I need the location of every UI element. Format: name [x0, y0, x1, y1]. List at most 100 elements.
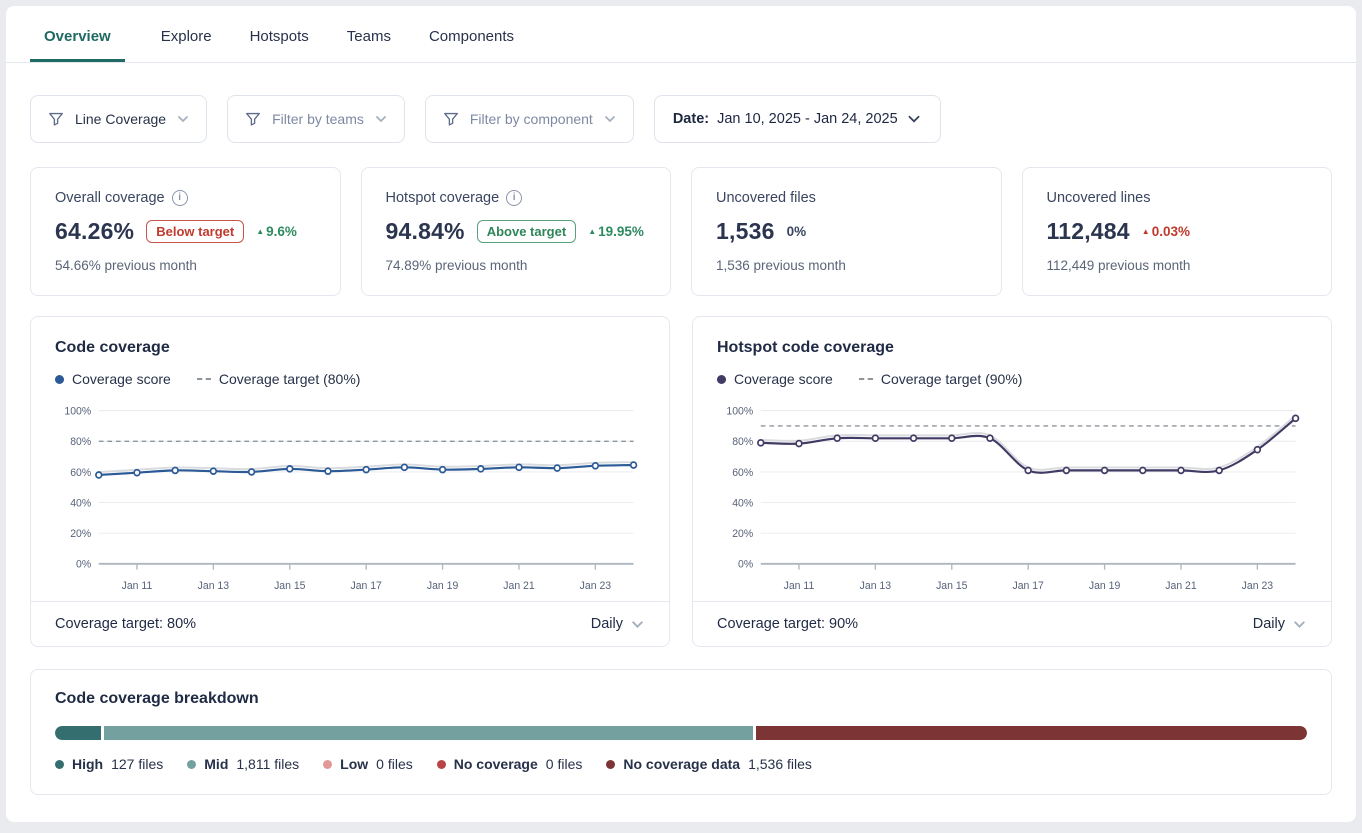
svg-text:20%: 20% [732, 528, 754, 540]
previous-month-text: 54.66% previous month [55, 258, 316, 273]
coverage-target-label: Coverage target: 90% [717, 616, 858, 632]
svg-text:80%: 80% [70, 436, 92, 448]
previous-month-text: 1,536 previous month [716, 258, 977, 273]
legend-item-high: High127 files [55, 756, 163, 772]
legend-label: Coverage target (90%) [881, 371, 1023, 387]
funnel-icon [442, 110, 460, 128]
svg-text:Jan 11: Jan 11 [784, 580, 815, 592]
card-title-text: Hotspot coverage [386, 190, 500, 206]
chart-footer: Coverage target: 90% Daily [693, 601, 1331, 646]
svg-text:Jan 21: Jan 21 [503, 580, 535, 592]
chevron-down-icon [374, 112, 388, 126]
status-badge: Above target [477, 220, 576, 243]
svg-text:Jan 19: Jan 19 [427, 580, 459, 592]
svg-text:80%: 80% [732, 436, 754, 448]
teams-filter-dropdown[interactable]: Filter by teams [227, 95, 405, 143]
card-value: 112,484 [1047, 218, 1130, 245]
interval-dropdown[interactable]: Daily [1253, 616, 1307, 632]
breakdown-segment [104, 726, 754, 740]
tab-explore[interactable]: Explore [159, 26, 214, 62]
code-coverage-chart-card: Code coverage Coverage score Coverage ta… [30, 316, 670, 647]
svg-text:Jan 11: Jan 11 [122, 580, 153, 592]
svg-text:60%: 60% [732, 467, 754, 479]
svg-text:Jan 17: Jan 17 [350, 580, 382, 592]
svg-text:Jan 17: Jan 17 [1012, 580, 1044, 592]
uncovered-files-card: Uncovered files 1,536 0% 1,536 previous … [691, 167, 1002, 296]
svg-text:60%: 60% [70, 467, 92, 479]
card-value: 64.26% [55, 218, 134, 245]
hotspot-coverage-card: Hotspot coverage i 94.84% Above target ▲… [361, 167, 672, 296]
svg-text:100%: 100% [64, 405, 91, 417]
legend-dash-icon [197, 378, 211, 380]
metric-filter-label: Line Coverage [75, 111, 166, 127]
chart-legend: Coverage score Coverage target (80%) [55, 371, 645, 387]
breakdown-segment [55, 726, 101, 740]
component-filter-dropdown[interactable]: Filter by component [425, 95, 634, 143]
delta-value: ▲9.6% [256, 224, 297, 239]
legend-label: Coverage score [734, 371, 833, 387]
legend-dot [717, 375, 726, 384]
date-prefix: Date: [673, 111, 709, 127]
legend-item-no-coverage-data: No coverage data1,536 files [606, 756, 812, 772]
tab-teams[interactable]: Teams [345, 26, 393, 62]
delta-value: ▲0.03% [1142, 224, 1190, 239]
chevron-down-icon [906, 111, 922, 127]
charts-row: Code coverage Coverage score Coverage ta… [6, 296, 1356, 647]
funnel-icon [47, 110, 65, 128]
chevron-down-icon [176, 112, 190, 126]
teams-filter-label: Filter by teams [272, 111, 364, 127]
previous-month-text: 74.89% previous month [386, 258, 647, 273]
svg-text:Jan 21: Jan 21 [1165, 580, 1197, 592]
legend-dot [187, 760, 196, 769]
svg-text:Jan 15: Jan 15 [274, 580, 306, 592]
card-title: Overall coverage i [55, 190, 316, 206]
hotspot-coverage-line-chart[interactable]: 0%20%40%60%80%100%Jan 11Jan 13Jan 15Jan … [717, 397, 1307, 597]
card-title: Hotspot coverage i [386, 190, 647, 206]
breakdown-stacked-bar [55, 726, 1307, 740]
metric-filter-dropdown[interactable]: Line Coverage [30, 95, 207, 143]
tab-overview[interactable]: Overview [30, 26, 125, 62]
chevron-down-icon [630, 617, 645, 632]
chevron-down-icon [1292, 617, 1307, 632]
interval-dropdown[interactable]: Daily [591, 616, 645, 632]
tab-bar: Overview Explore Hotspots Teams Componen… [6, 6, 1356, 63]
legend-dot [606, 760, 615, 769]
chart-legend: Coverage score Coverage target (90%) [717, 371, 1307, 387]
legend-item-mid: Mid1,811 files [187, 756, 299, 772]
card-title-text: Uncovered files [716, 190, 816, 206]
svg-text:0%: 0% [76, 559, 92, 571]
card-title-text: Uncovered lines [1047, 190, 1151, 206]
hotspot-coverage-chart-card: Hotspot code coverage Coverage score Cov… [692, 316, 1332, 647]
date-range-dropdown[interactable]: Date: Jan 10, 2025 - Jan 24, 2025 [654, 95, 941, 143]
legend-dash-icon [859, 378, 873, 380]
coverage-breakdown-card: Code coverage breakdown High127 files Mi… [30, 669, 1332, 795]
uncovered-lines-card: Uncovered lines 112,484 ▲0.03% 112,449 p… [1022, 167, 1333, 296]
coverage-dashboard: Overview Explore Hotspots Teams Componen… [6, 6, 1356, 822]
svg-text:40%: 40% [70, 497, 92, 509]
chart-footer: Coverage target: 80% Daily [31, 601, 669, 646]
svg-text:Jan 23: Jan 23 [1242, 580, 1274, 592]
tab-hotspots[interactable]: Hotspots [248, 26, 311, 62]
svg-text:0%: 0% [738, 559, 754, 571]
code-coverage-line-chart[interactable]: 0%20%40%60%80%100%Jan 11Jan 13Jan 15Jan … [55, 397, 645, 597]
card-value: 1,536 [716, 218, 775, 245]
filter-bar: Line Coverage Filter by teams Filter by … [6, 63, 1356, 143]
card-value: 94.84% [386, 218, 465, 245]
legend-item-no-coverage: No coverage0 files [437, 756, 583, 772]
info-icon[interactable]: i [506, 190, 522, 206]
svg-text:Jan 13: Jan 13 [198, 580, 230, 592]
overall-coverage-card: Overall coverage i 64.26% Below target ▲… [30, 167, 341, 296]
info-icon[interactable]: i [172, 190, 188, 206]
status-badge: Below target [146, 220, 244, 243]
metric-cards-row: Overall coverage i 64.26% Below target ▲… [6, 143, 1356, 296]
delta-value: 0% [787, 224, 807, 239]
arrow-up-icon: ▲ [588, 227, 596, 236]
tab-components[interactable]: Components [427, 26, 516, 62]
svg-text:Jan 19: Jan 19 [1089, 580, 1121, 592]
card-title: Uncovered lines [1047, 190, 1308, 206]
chevron-down-icon [603, 112, 617, 126]
arrow-up-icon: ▲ [1142, 227, 1150, 236]
interval-label: Daily [1253, 616, 1285, 632]
interval-label: Daily [591, 616, 623, 632]
legend-item-low: Low0 files [323, 756, 413, 772]
